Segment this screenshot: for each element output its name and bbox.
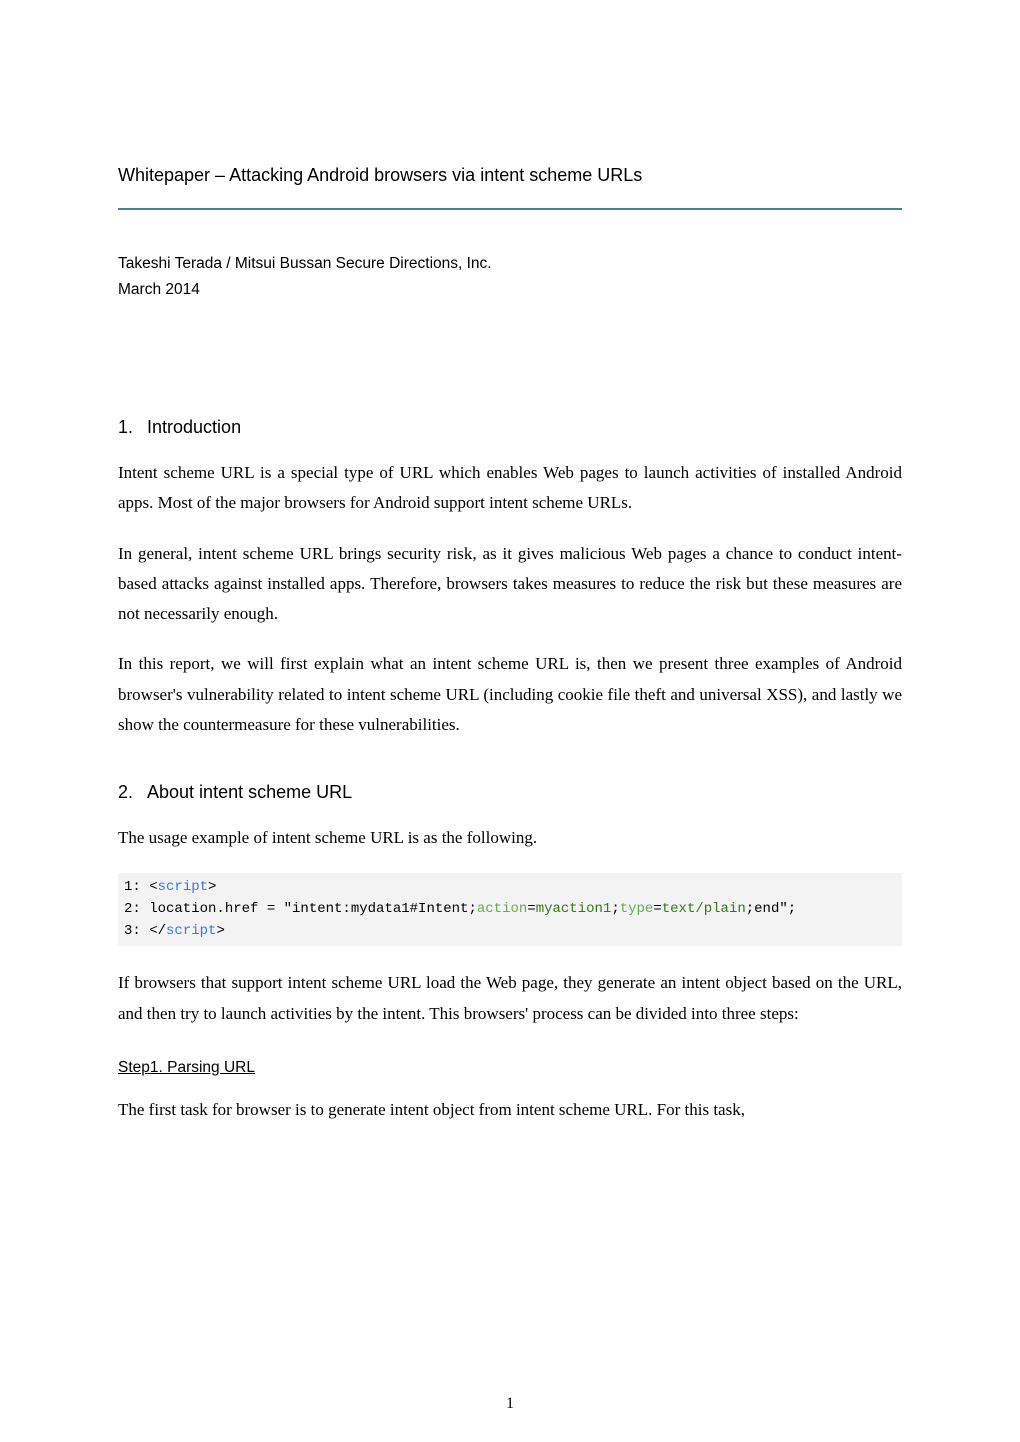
section-title: About intent scheme URL xyxy=(147,782,352,802)
code-block: 1: <script> 2: location.href = "intent:m… xyxy=(118,873,902,946)
section-2-body-cont: If browsers that support intent scheme U… xyxy=(118,968,902,1029)
code-attr: type xyxy=(620,901,654,917)
code-tag: script xyxy=(158,879,208,895)
code-value: text/plain xyxy=(662,901,746,917)
page: Whitepaper – Attacking Android browsers … xyxy=(0,0,1020,1125)
code-attr: action xyxy=(477,901,527,917)
paragraph: In this report, we will first explain wh… xyxy=(118,649,902,740)
paragraph: The first task for browser is to generat… xyxy=(118,1095,902,1125)
page-number: 1 xyxy=(0,1395,1020,1413)
code-line: 1: <script> xyxy=(124,877,896,899)
author-line: Takeshi Terada / Mitsui Bussan Secure Di… xyxy=(118,255,902,273)
paragraph: If browsers that support intent scheme U… xyxy=(118,968,902,1029)
code-value: myaction1 xyxy=(536,901,612,917)
section-number: 2. xyxy=(118,782,133,803)
section-heading-1: 1. Introduction xyxy=(118,417,902,438)
step-1-body: The first task for browser is to generat… xyxy=(118,1095,902,1125)
section-2-body: The usage example of intent scheme URL i… xyxy=(118,823,902,853)
section-title: Introduction xyxy=(147,417,241,437)
code-tag: script xyxy=(166,923,216,939)
paragraph: In general, intent scheme URL brings sec… xyxy=(118,539,902,630)
code-line: 2: location.href = "intent:mydata1#Inten… xyxy=(124,899,896,921)
section-1-body: Intent scheme URL is a special type of U… xyxy=(118,458,902,740)
section-number: 1. xyxy=(118,417,133,438)
title-rule xyxy=(118,208,902,210)
date-line: March 2014 xyxy=(118,281,902,299)
paragraph: The usage example of intent scheme URL i… xyxy=(118,823,902,853)
paragraph: Intent scheme URL is a special type of U… xyxy=(118,458,902,519)
code-line: 3: </script> xyxy=(124,921,896,943)
page-title: Whitepaper – Attacking Android browsers … xyxy=(118,165,902,186)
step-heading: Step1. Parsing URL xyxy=(118,1059,902,1077)
section-heading-2: 2. About intent scheme URL xyxy=(118,782,902,803)
